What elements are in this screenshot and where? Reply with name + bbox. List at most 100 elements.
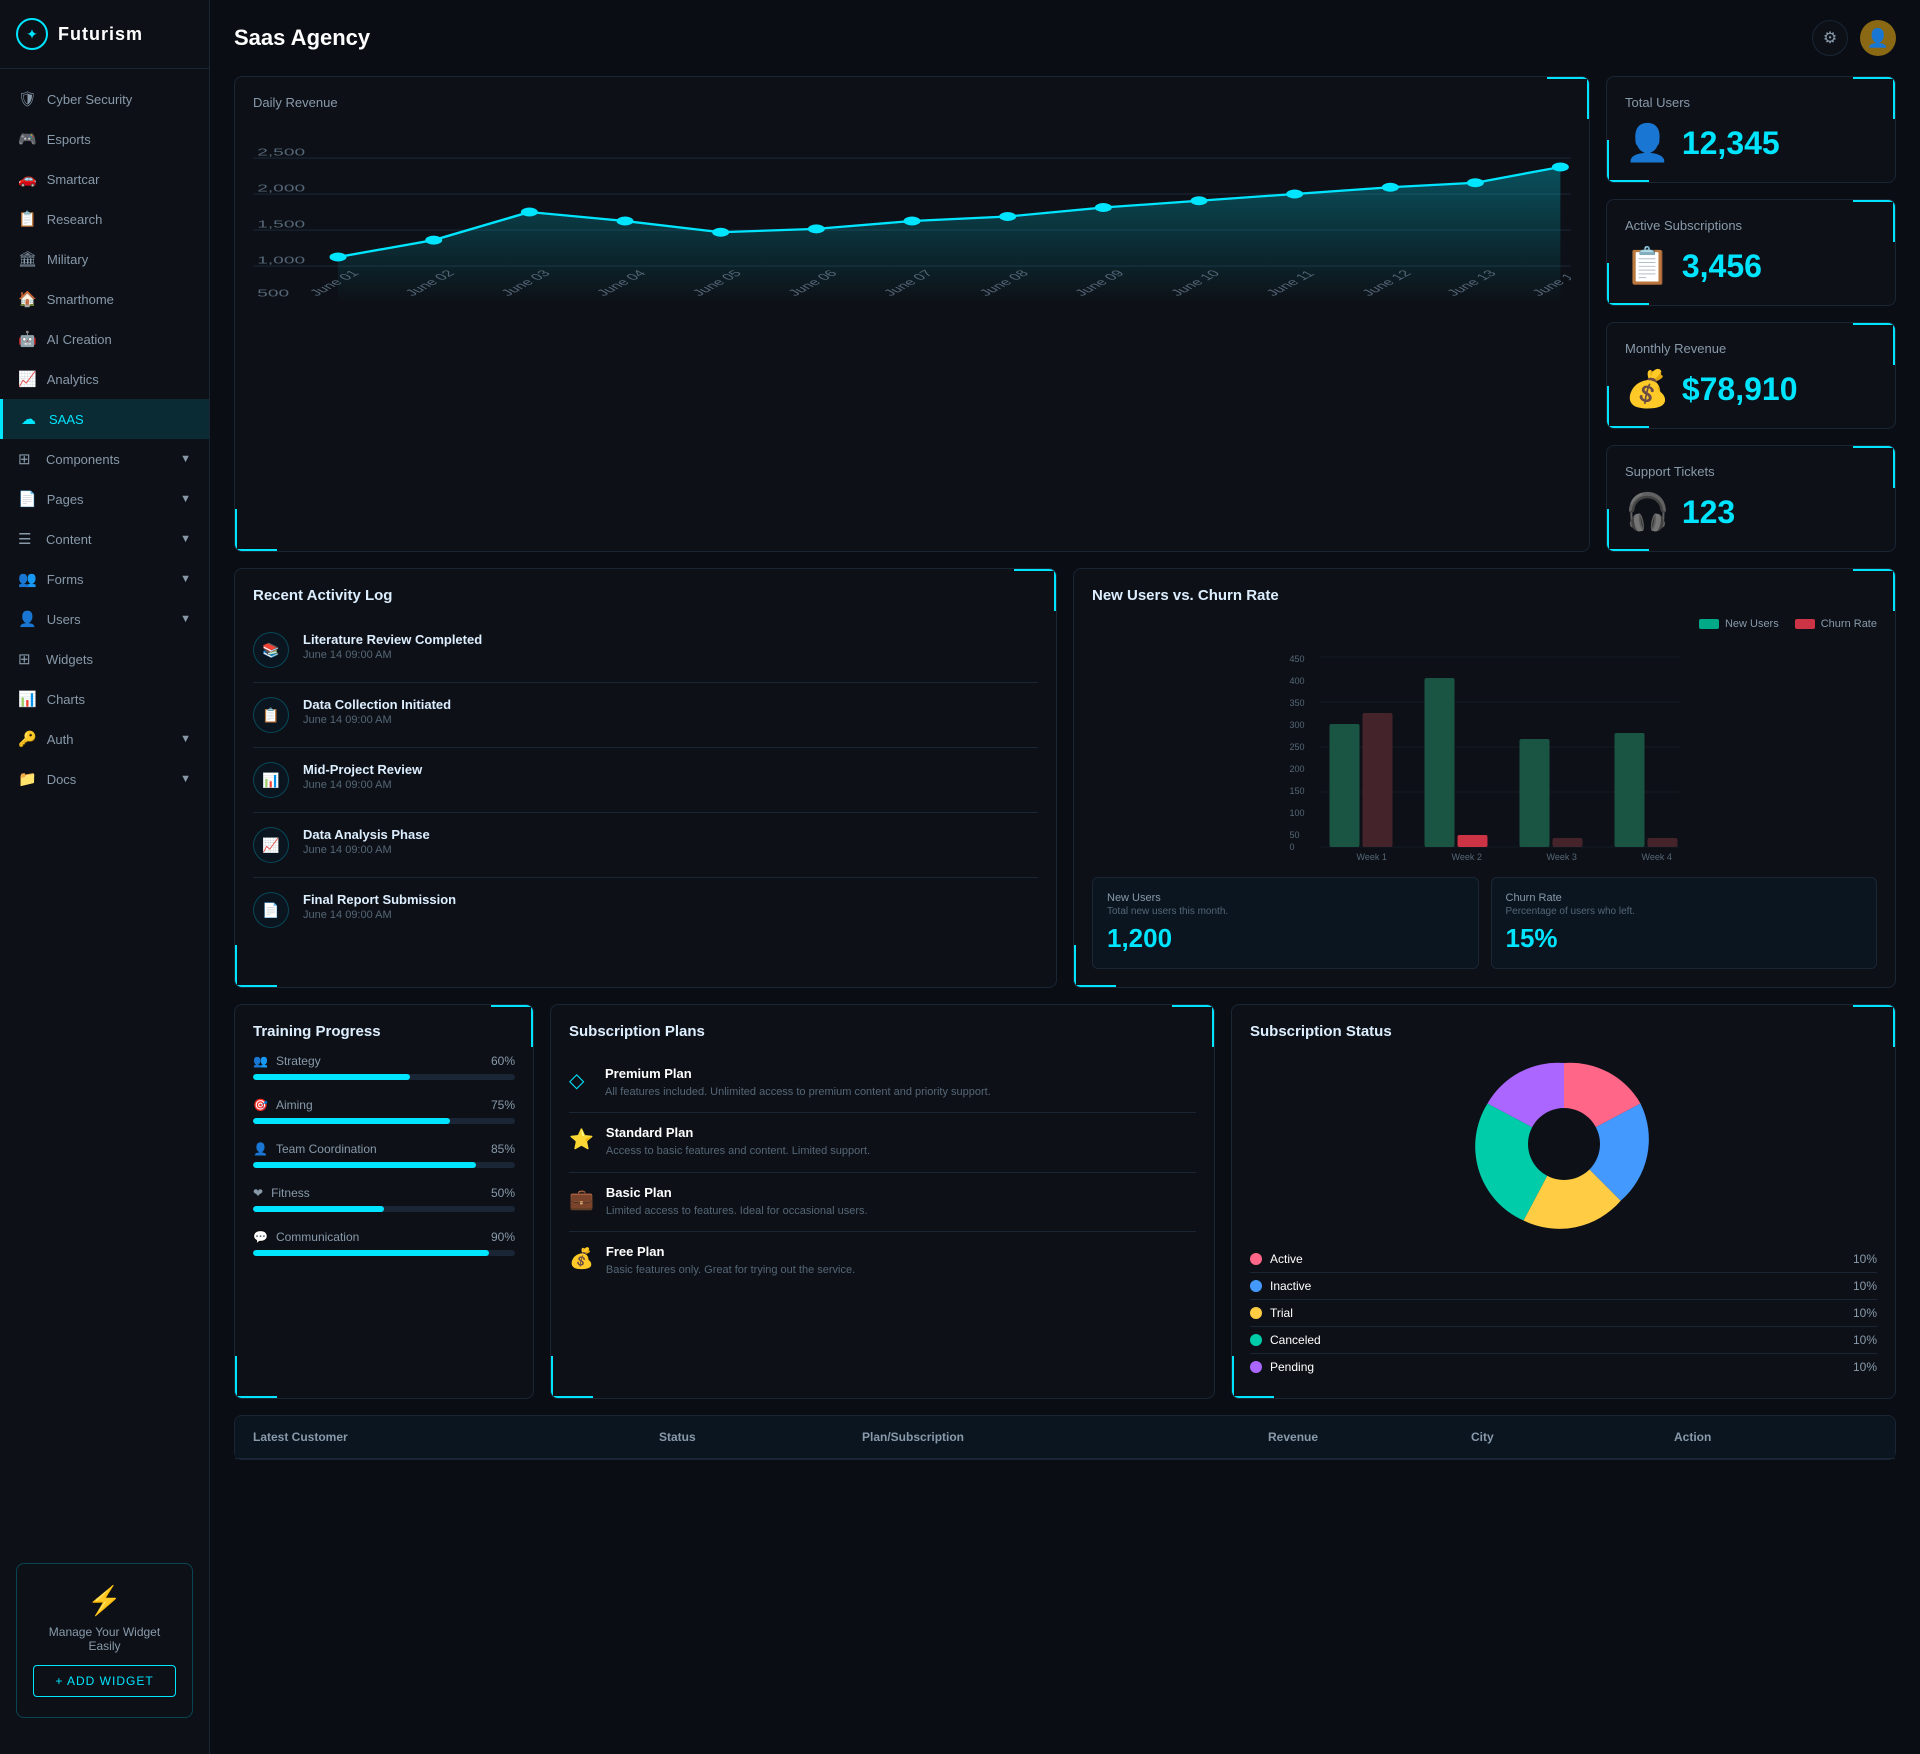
training-item: 💬 Communication 90% [253,1230,515,1256]
training-item: ❤ Fitness 50% [253,1186,515,1212]
plan-name: Free Plan [606,1244,855,1259]
subs-icon: 📋 [1625,245,1670,287]
avatar: 👤 [1860,20,1896,56]
table-header: Latest Customer Status Plan/Subscription… [235,1416,1895,1459]
nav-label: Docs [47,772,77,787]
pie-label: Canceled [1270,1333,1321,1347]
middle-row: Recent Activity Log 📚 Literature Review … [234,568,1896,988]
svg-text:Week 4: Week 4 [1642,852,1672,862]
pie-pct: 10% [1853,1333,1877,1347]
training-list: 👥 Strategy 60% 🎯 Aiming 75% 👤 Team Coord… [253,1054,515,1256]
pie-label: Pending [1270,1360,1314,1374]
nav-arrow: ▼ [180,773,191,785]
training-icon: 🎯 [253,1098,268,1112]
progress-bar-fill [253,1074,410,1080]
customers-table-card: Latest Customer Status Plan/Subscription… [234,1415,1896,1460]
activity-item: 📋 Data Collection Initiated June 14 09:0… [253,683,1038,748]
sidebar-item-ai-creation[interactable]: 🤖 AI Creation [0,319,209,359]
sidebar-item-research[interactable]: 📋 Research [0,199,209,239]
subscription-plans-card: Subscription Plans ◇ Premium Plan All fe… [550,1004,1215,1399]
subscription-status-title: Subscription Status [1250,1023,1877,1040]
sidebar-item-analytics[interactable]: 📈 Analytics [0,359,209,399]
nav-arrow: ▼ [180,733,191,745]
col-status: Status [659,1430,862,1444]
users-chart-title: New Users vs. Churn Rate [1092,587,1877,604]
training-name: 🎯 Aiming [253,1098,313,1112]
sidebar-item-charts[interactable]: 📊 Charts [0,679,209,719]
nav-label: Content [46,532,92,547]
sidebar-item-components[interactable]: ⊞ Components ▼ [0,439,209,479]
plan-desc: Basic features only. Great for trying ou… [606,1263,855,1278]
plan-item: 💰 Free Plan Basic features only. Great f… [569,1232,1196,1290]
training-pct: 90% [491,1230,515,1244]
svg-text:150: 150 [1290,786,1305,796]
svg-text:450: 450 [1290,654,1305,664]
legend-churn-rate: Churn Rate [1795,618,1877,630]
pie-dot [1250,1280,1262,1292]
nav-icon: 🏛 [18,250,37,268]
activity-title: Final Report Submission [303,892,456,907]
nav-icon: 📋 [18,210,37,228]
plan-desc: Access to basic features and content. Li… [606,1144,870,1159]
total-users-title: Total Users [1625,95,1877,110]
sidebar-item-widgets[interactable]: ⊞ Widgets [0,639,209,679]
sidebar-item-smarthome[interactable]: 🏠 Smarthome [0,279,209,319]
sidebar-item-content[interactable]: ☰ Content ▼ [0,519,209,559]
sidebar-item-smartcar[interactable]: 🚗 Smartcar [0,159,209,199]
churn-legend-dot [1795,619,1815,629]
training-name: 👤 Team Coordination [253,1142,377,1156]
activity-dot: 📄 [253,892,289,928]
legend-new-users: New Users [1699,618,1779,630]
activity-content: Literature Review Completed June 14 09:0… [303,632,482,661]
revenue-icon: 💰 [1625,368,1670,410]
training-icon: 💬 [253,1230,268,1244]
plan-icon: 💰 [569,1246,594,1278]
new-users-summary: New Users Total new users this month. 1,… [1092,877,1479,969]
sidebar-item-users[interactable]: 👤 Users ▼ [0,599,209,639]
page-header: Saas Agency ⚙ 👤 [234,20,1896,56]
activity-title: Mid-Project Review [303,762,422,777]
sidebar-item-saas[interactable]: ☁ SAAS [0,399,209,439]
support-tickets-title: Support Tickets [1625,464,1877,479]
plan-name: Standard Plan [606,1125,870,1140]
sidebar-item-auth[interactable]: 🔑 Auth ▼ [0,719,209,759]
pie-pct: 10% [1853,1306,1877,1320]
activity-dot: 📊 [253,762,289,798]
activity-dot: 📈 [253,827,289,863]
sidebar-item-esports[interactable]: 🎮 Esports [0,119,209,159]
training-title: Training Progress [253,1023,515,1040]
activity-content: Data Collection Initiated June 14 09:00 … [303,697,451,726]
progress-bar-bg [253,1074,515,1080]
nav-label: Smarthome [47,292,114,307]
sidebar-item-pages[interactable]: 📄 Pages ▼ [0,479,209,519]
training-card: Training Progress 👥 Strategy 60% 🎯 Aimin… [234,1004,534,1399]
add-widget-button[interactable]: + ADD WIDGET [33,1665,176,1697]
subscription-plans-title: Subscription Plans [569,1023,1196,1040]
svg-text:0: 0 [1290,842,1295,852]
plan-name: Basic Plan [606,1185,868,1200]
sidebar: ✦ Futurism 🛡 Cyber Security 🎮 Esports 🚗 … [0,0,210,1754]
svg-text:2,500: 2,500 [257,147,305,158]
progress-bar-fill [253,1250,489,1256]
progress-bar-bg [253,1162,515,1168]
sidebar-item-military[interactable]: 🏛 Military [0,239,209,279]
col-city: City [1471,1430,1674,1444]
nav-icon: 📈 [18,370,37,388]
activity-title: Literature Review Completed [303,632,482,647]
progress-bar-bg [253,1206,515,1212]
progress-bar-bg [253,1118,515,1124]
nav-arrow: ▼ [180,493,191,505]
nav-icon: ☁ [21,410,39,428]
pie-legend-item: Active 10% [1250,1246,1877,1273]
bottom-row: Training Progress 👥 Strategy 60% 🎯 Aimin… [234,1004,1896,1399]
sidebar-item-cyber-security[interactable]: 🛡 Cyber Security [0,79,209,119]
pie-pct: 10% [1853,1279,1877,1293]
sidebar-item-forms[interactable]: 👥 Forms ▼ [0,559,209,599]
nav-icon: ☰ [18,530,36,548]
revenue-chart: 2,500 2,000 1,500 1,000 500 [253,122,1571,302]
settings-button[interactable]: ⚙ [1812,20,1848,56]
plan-content: Premium Plan All features included. Unli… [605,1066,991,1100]
sidebar-item-docs[interactable]: 📁 Docs ▼ [0,759,209,799]
nav-icon: ⊞ [18,650,36,668]
support-tickets-value: 🎧 123 [1625,491,1877,533]
